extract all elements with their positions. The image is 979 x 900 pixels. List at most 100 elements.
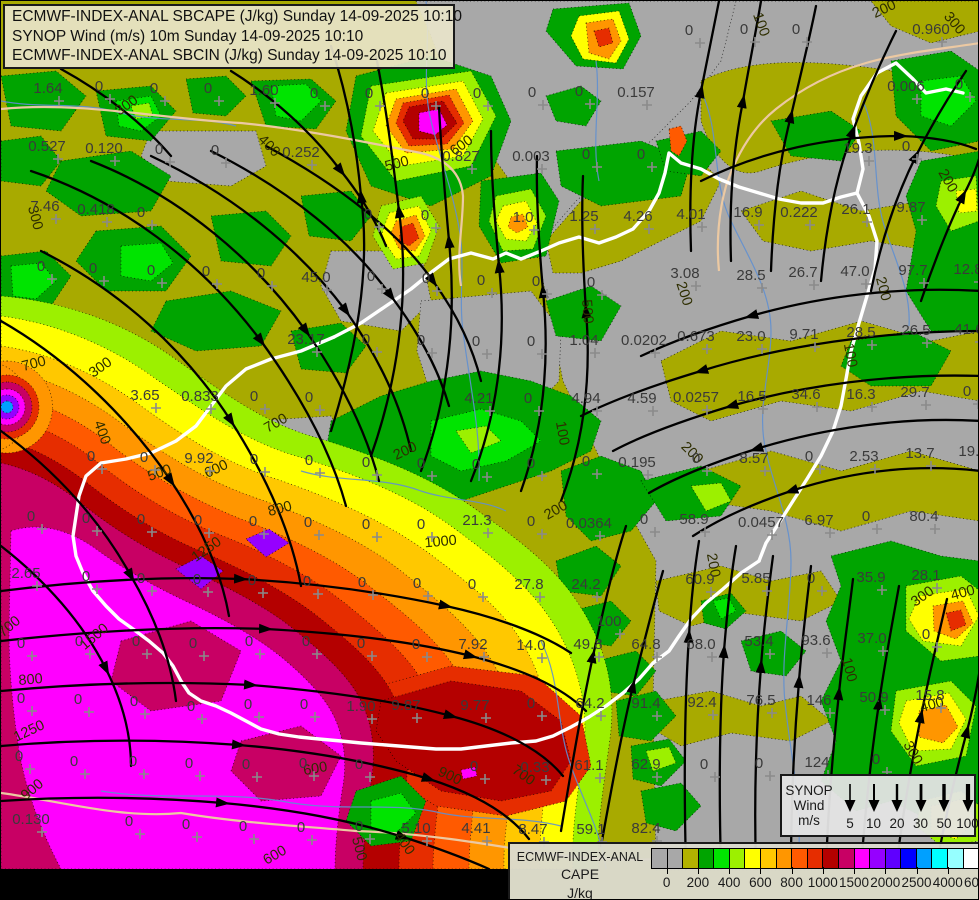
station-value-text: 0	[300, 696, 308, 713]
station-value-text: 0	[155, 141, 163, 158]
station-value-text: 0	[902, 138, 910, 155]
station-value-text: 0	[755, 755, 763, 772]
station-value-text: 59.1	[576, 821, 605, 838]
station-value-text: 0	[305, 389, 313, 406]
station-value-text: 19.4	[958, 443, 979, 460]
station-value-text: 0	[304, 514, 312, 531]
wind-legend-labels: SYNOP Wind m/s	[782, 776, 836, 835]
cape-swatch	[947, 849, 964, 868]
station-value-text: 0	[82, 510, 90, 527]
cape-tick	[916, 867, 918, 874]
synoptic-map: 300400300500600100200 300200200 2001001002…	[1, 1, 979, 899]
cape-swatch	[854, 849, 871, 868]
cape-tick	[885, 867, 887, 874]
station-value-text: 4.94	[571, 390, 600, 407]
station-value-text: 0	[582, 453, 590, 470]
station-value-text: 41.6	[954, 321, 979, 338]
station-value-text: 3.65	[130, 387, 159, 404]
wind-down-arrow-icon	[868, 784, 879, 812]
station-value-text: 0	[527, 695, 535, 712]
cape-swatch	[823, 849, 839, 868]
station-value-text: 0	[527, 513, 535, 530]
station-value-text: 0	[412, 636, 420, 653]
contour-label: 500	[578, 299, 596, 325]
station-value-text: 0	[74, 691, 82, 708]
station-value-text: 93.6	[801, 632, 830, 649]
station-value-text: 0.252	[282, 144, 320, 161]
station-value-text: 0	[147, 262, 155, 279]
station-value-text: 9.71	[789, 326, 818, 343]
station-value-text: 27.8	[514, 576, 543, 593]
station-value-text: 15.8	[915, 687, 944, 704]
station-value-text: 0	[17, 690, 25, 707]
station-value-text: 26.7	[788, 264, 817, 281]
station-value-text: 0	[365, 85, 373, 102]
station-value-text: 0	[472, 333, 480, 350]
cape-swatch	[838, 849, 855, 868]
station-value-text: 4.01	[676, 206, 705, 223]
cape-contour-band	[955, 188, 978, 214]
wind-down-arrow-icon	[915, 784, 926, 812]
station-value-text: 0.0364	[566, 515, 612, 532]
station-value-text: 8.47	[518, 821, 547, 838]
station-value-text: 1.0	[513, 209, 534, 226]
wind-down-arrow-icon	[962, 784, 973, 812]
station-value-text: 0	[185, 755, 193, 772]
station-value-text: 0	[303, 573, 311, 590]
wind-down-arrow-icon	[938, 784, 950, 812]
station-value-text: 0	[364, 206, 372, 223]
station-value-text: 0	[413, 575, 421, 592]
cape-swatch	[683, 849, 699, 868]
station-value-text: 0	[248, 572, 256, 589]
station-value-text: 0	[250, 451, 258, 468]
station-value-text: 2.65	[11, 565, 40, 582]
cape-tick	[760, 867, 762, 874]
station-value-text: 0	[872, 751, 880, 768]
station-value-text: 0.195	[618, 454, 656, 471]
station-value-text: 0	[129, 753, 137, 770]
station-value-text: 0	[740, 21, 748, 38]
station-value-text: 64.8	[631, 636, 660, 653]
station-value-text: 6.97	[804, 512, 833, 529]
station-value-text: 0	[239, 818, 247, 835]
station-value-text: 37.0	[857, 630, 886, 647]
station-value-text: 0	[242, 756, 250, 773]
title-sbcin: ECMWF-INDEX-ANAL SBCIN (J/kg) Sunday 14-…	[12, 47, 447, 64]
station-value-text: 0	[417, 455, 425, 472]
station-value-text: 0.833	[181, 388, 219, 405]
station-value-text: 0	[417, 516, 425, 533]
station-value-text: 0	[299, 755, 307, 772]
station-value-text: 0.827	[442, 148, 480, 165]
station-value-text: 64.2	[575, 695, 604, 712]
cape-swatch	[916, 849, 933, 868]
station-value-text: 4.41	[461, 820, 490, 837]
station-value-text: 0.222	[780, 204, 818, 221]
station-value-text: 4.59	[627, 390, 656, 407]
station-value-text: 49.8	[573, 636, 602, 653]
station-value-text: 0	[202, 263, 210, 280]
station-value-text: 0.120	[85, 140, 123, 157]
station-value-text: 4.26	[623, 208, 652, 225]
station-value-text: 80.4	[909, 508, 938, 525]
station-value-text: 12.8	[953, 261, 979, 278]
wind-legend-line2: Wind	[793, 798, 825, 813]
wind-speed-label: 30	[912, 816, 929, 831]
station-value-text: 26.5	[901, 322, 930, 339]
station-value-text: 0	[421, 207, 429, 224]
wind-speed-label: 10	[865, 816, 882, 831]
cape-swatch	[714, 849, 730, 868]
station-value-text: 0	[532, 273, 540, 290]
map-bottom-mask	[1, 869, 509, 899]
station-value-text: 97.7	[898, 262, 927, 279]
title-wind: SYNOP Wind (m/s) 10m Sunday 14-09-2025 1…	[12, 27, 364, 45]
cape-tick-label: 1000	[807, 875, 838, 890]
station-value-text: 0	[357, 635, 365, 652]
cape-tick	[854, 867, 856, 874]
station-value-text: 50.9	[859, 689, 888, 706]
cape-legend: ECMWF-INDEX-ANAL CAPE J/kg 0 200 400 600 800…	[508, 842, 978, 899]
station-value-text: 34.6	[791, 386, 820, 403]
station-value-text: 23.17	[287, 331, 325, 348]
station-value-text: 24.2	[571, 576, 600, 593]
station-value-text: 0	[95, 78, 103, 95]
cape-swatch	[761, 849, 777, 868]
